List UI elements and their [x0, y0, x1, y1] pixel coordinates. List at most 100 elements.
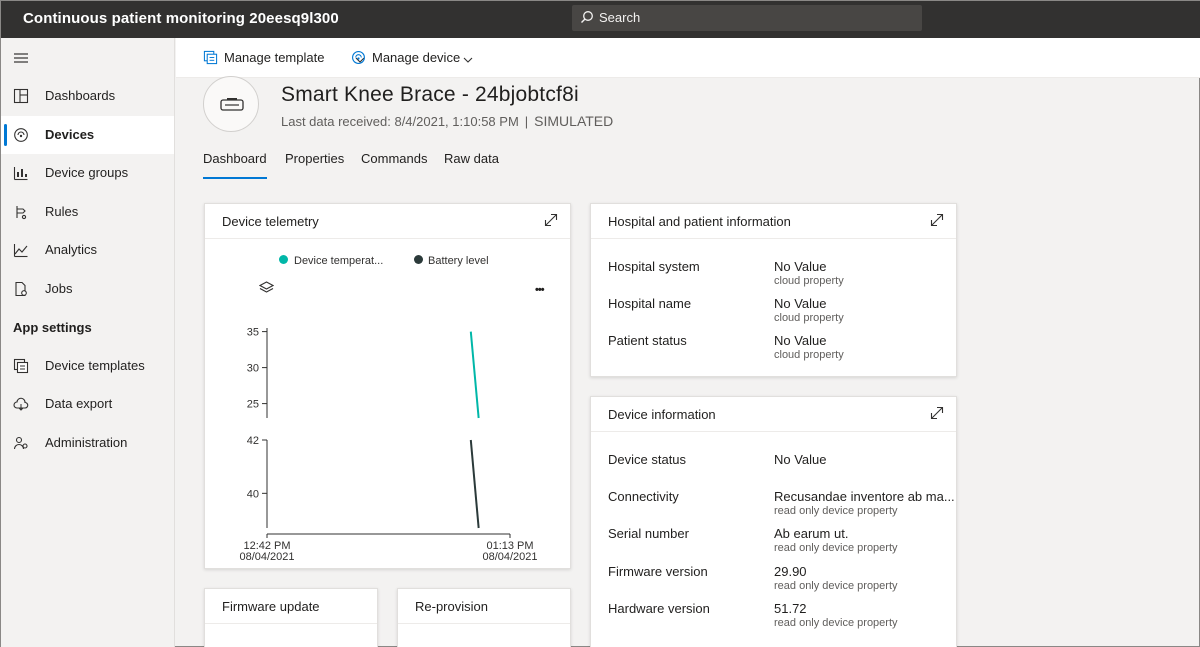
more-options-icon[interactable]: •••	[535, 284, 545, 296]
x-tick-date: 08/04/2021	[482, 551, 537, 563]
sidebar-item-administration[interactable]: Administration	[1, 424, 174, 462]
firmware-update-card: Firmware update	[204, 588, 378, 647]
sidebar-item-label: Dashboards	[45, 88, 116, 103]
property-value: No Value	[774, 259, 827, 274]
rules-icon	[13, 204, 29, 220]
property-value: 29.90	[774, 564, 807, 579]
layers-icon[interactable]	[258, 281, 275, 298]
property-value: No Value	[774, 452, 827, 467]
y-tick-label: 40	[247, 488, 259, 500]
tab-properties[interactable]: Properties	[285, 151, 344, 179]
sidebar-item-device-templates[interactable]: Device templates	[1, 347, 174, 385]
sidebar-item-devices[interactable]: Devices	[1, 116, 174, 154]
sidebar-item-label: Device templates	[45, 358, 145, 373]
property-hint: cloud property	[774, 349, 844, 361]
expand-icon[interactable]	[544, 213, 558, 230]
device-groups-icon	[13, 165, 29, 181]
sidebar: Dashboards Devices Device groups Rules A…	[1, 38, 175, 647]
sidebar-item-rules[interactable]: Rules	[1, 193, 174, 231]
manage-template-button[interactable]: Manage template	[203, 49, 365, 69]
card-title: Firmware update	[222, 599, 320, 614]
property-label: Hardware version	[608, 601, 710, 616]
hamburger-menu-icon[interactable]	[13, 52, 29, 67]
property-label: Patient status	[608, 333, 687, 348]
chevron-down-icon	[463, 52, 473, 67]
sidebar-item-device-groups[interactable]: Device groups	[1, 154, 174, 192]
reprovision-card: Re-provision	[397, 588, 571, 647]
card-title: Device telemetry	[222, 214, 319, 229]
y-tick-label: 42	[247, 435, 259, 447]
property-label: Serial number	[608, 526, 689, 541]
expand-icon[interactable]	[930, 213, 944, 230]
sidebar-item-label: Analytics	[45, 242, 98, 257]
property-hint: read only device property	[774, 505, 898, 517]
sidebar-item-analytics[interactable]: Analytics	[1, 231, 174, 269]
search-icon	[580, 10, 594, 27]
telemetry-chart: 353025424012:42 PM08/04/202101:13 PM08/0…	[239, 327, 537, 563]
legend-label[interactable]: Device temperat...	[294, 255, 383, 267]
device-subtitle: Last data received: 8/4/2021, 1:10:58 PM…	[281, 113, 613, 129]
sidebar-item-label: Data export	[45, 396, 113, 411]
property-label: Hospital system	[608, 259, 700, 274]
device-telemetry-card: Device telemetry Device temperat... Batt…	[204, 203, 571, 569]
sidebar-item-label: Device groups	[45, 165, 129, 180]
device-image-icon	[220, 98, 244, 111]
analytics-icon	[13, 242, 29, 258]
command-bar: Manage template Manage device	[176, 38, 1200, 78]
property-value: 51.72	[774, 601, 807, 616]
property-label: Hospital name	[608, 296, 692, 311]
manage-template-label: Manage template	[224, 50, 325, 65]
card-title: Device information	[608, 407, 716, 422]
property-hint: cloud property	[774, 275, 844, 287]
legend-label[interactable]: Battery level	[428, 255, 489, 267]
card-header: Firmware update	[205, 589, 377, 624]
dashboard-icon	[13, 88, 29, 104]
property-hint: read only device property	[774, 580, 898, 592]
simulated-badge: SIMULATED	[534, 113, 614, 129]
sidebar-item-label: Jobs	[45, 281, 73, 296]
card-header: Device telemetry	[205, 204, 570, 239]
data-export-icon	[13, 396, 29, 412]
property-label: Device status	[608, 452, 687, 467]
device-title: Smart Knee Brace - 24bjobtcf8i	[281, 83, 579, 106]
property-hint: read only device property	[774, 542, 898, 554]
property-value: Ab earum ut.	[774, 526, 849, 541]
property-label: Connectivity	[608, 489, 679, 504]
card-header: Hospital and patient information	[591, 204, 956, 239]
top-bar: Continuous patient monitoring 20eesq9l30…	[1, 1, 1200, 38]
sidebar-item-jobs[interactable]: Jobs	[1, 270, 174, 308]
card-header: Device information	[591, 397, 956, 432]
property-hint: cloud property	[774, 312, 844, 324]
device-icon	[351, 50, 366, 68]
sidebar-item-label: Administration	[45, 435, 128, 450]
series-line	[469, 439, 480, 529]
expand-icon[interactable]	[930, 406, 944, 423]
property-value: No Value	[774, 296, 827, 311]
hospital-info-card: Hospital and patient information Hospita…	[590, 203, 957, 377]
sidebar-item-data-export[interactable]: Data export	[1, 385, 174, 423]
tab-dashboard[interactable]: Dashboard	[203, 151, 267, 179]
series-line	[469, 331, 480, 419]
app-settings-heading: App settings	[13, 320, 92, 335]
device-info-card: Device information Device status No Valu…	[590, 396, 957, 647]
search-box[interactable]: Search	[572, 5, 922, 31]
app-title: Continuous patient monitoring 20eesq9l30…	[23, 10, 339, 27]
y-tick-label: 35	[247, 327, 259, 339]
tab-commands[interactable]: Commands	[361, 151, 427, 179]
manage-device-button[interactable]: Manage device	[351, 49, 476, 69]
tab-raw-data[interactable]: Raw data	[444, 151, 499, 179]
y-tick-label: 25	[247, 399, 259, 411]
card-title: Hospital and patient information	[608, 214, 791, 229]
legend-dot-battery	[414, 255, 423, 264]
property-value: No Value	[774, 333, 827, 348]
property-hint: read only device property	[774, 617, 898, 629]
devices-icon	[13, 127, 29, 143]
manage-device-label: Manage device	[372, 50, 461, 65]
administration-icon	[13, 435, 29, 451]
sidebar-item-label: Devices	[45, 127, 95, 142]
property-value: Recusandae inventore ab ma...	[774, 489, 955, 504]
sidebar-item-dashboards[interactable]: Dashboards	[1, 77, 174, 115]
jobs-icon	[13, 281, 29, 297]
legend-dot-temperature	[279, 255, 288, 264]
last-data-received: Last data received: 8/4/2021, 1:10:58 PM	[281, 114, 519, 129]
